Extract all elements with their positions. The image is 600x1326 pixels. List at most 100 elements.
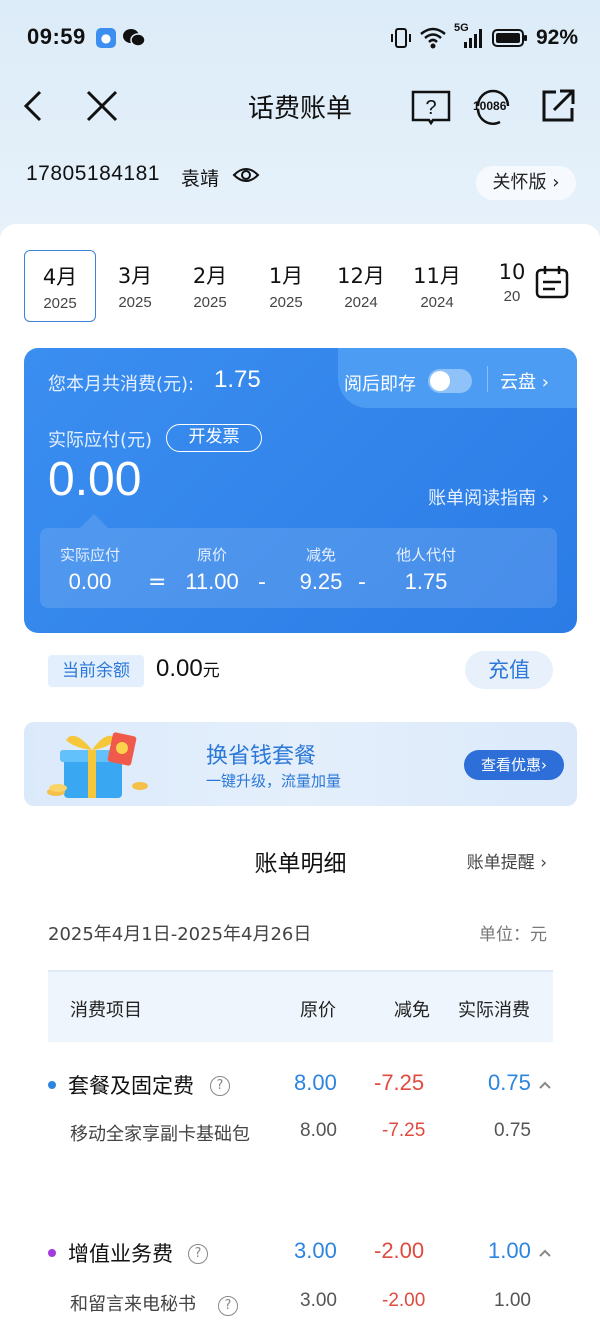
total-spend-value: 1.75 — [214, 366, 261, 393]
balance-row: 当前余额 0.00元 充值 — [24, 633, 577, 707]
formula-original: 原价 11.00 — [162, 528, 262, 595]
month-label: 11月 — [413, 264, 461, 288]
month-label: 2月 — [192, 264, 228, 288]
gift-box-illustration — [47, 732, 148, 798]
vibrate-icon — [390, 28, 411, 48]
month-label: 3月 — [117, 264, 153, 288]
month-tab-active[interactable]: 4月 2025 — [24, 250, 96, 322]
account-row: 17805184181 袁靖 关怀版 › — [26, 160, 576, 200]
payable-value: 0.00 — [48, 453, 142, 506]
status-right: 5G 92% — [390, 22, 578, 52]
calendar-icon[interactable] — [534, 264, 570, 300]
invoice-button[interactable]: 开发票 — [166, 424, 262, 452]
balance-label: 当前余额 — [48, 655, 144, 687]
status-bar: 09:59 ● 5G 92% — [0, 0, 600, 78]
month-tab[interactable]: 11月 2024 — [401, 250, 473, 322]
bill-formula: 实际应付 0.00 = 原价 11.00 - 减免 9.25 - 他人代付 1.… — [40, 528, 557, 608]
category-actual: 1.00 — [488, 1238, 531, 1263]
line-item-name: 和留言来电秘书 — [70, 1294, 196, 1315]
month-tab[interactable]: 3月 2025 — [99, 250, 171, 322]
help-book-icon[interactable]: ? — [410, 86, 452, 126]
year-label: 2025 — [193, 294, 227, 311]
header-discount: 减免 — [394, 1000, 430, 1021]
category-actual: 0.75 — [488, 1070, 531, 1095]
month-tab[interactable]: 12月 2024 — [325, 250, 397, 322]
payable-label: 实际应付(元) — [48, 430, 153, 451]
bill-guide-link[interactable]: 账单阅读指南 › — [428, 484, 549, 510]
month-tabs: 4月 2025 3月 2025 2月 2025 1月 2025 12月 2024… — [24, 250, 524, 322]
category-name: 套餐及固定费 — [68, 1074, 194, 1098]
line-item-row: 和留言来电秘书 ? 3.00 -2.00 1.00 — [48, 1290, 553, 1324]
bill-reminder-link[interactable]: 账单提醒 › — [467, 848, 547, 873]
line-item-original: 8.00 — [300, 1120, 337, 1141]
category-discount: -2.00 — [374, 1238, 425, 1263]
year-label: 20 — [503, 288, 521, 305]
formula-actual: 实际应付 0.00 — [54, 528, 126, 595]
bill-summary-card: 您本月共消费(元): 1.75 阅后即存 云盘 › 实际应付(元) 开发票 0.… — [24, 348, 577, 633]
promo-subtitle: 一键升级，流量加量 — [206, 772, 342, 790]
formula-label: 他人代付 — [395, 546, 456, 564]
category-dot — [48, 1081, 56, 1089]
service-number: 10086 — [473, 99, 507, 113]
formula-discount: 减免 9.25 — [276, 528, 366, 595]
formula-value: 11.00 — [185, 569, 239, 594]
balance-amount: 0.00 — [156, 655, 203, 682]
svg-text:?: ? — [425, 97, 436, 119]
month-label: 10 — [498, 260, 524, 284]
formula-label: 原价 — [196, 546, 227, 564]
formula-label: 实际应付 — [59, 546, 120, 564]
view-offer-button[interactable]: 查看优惠› — [464, 750, 564, 780]
message-app-icon: ● — [96, 28, 116, 48]
formula-paid-by-others: 他人代付 1.75 — [362, 528, 490, 595]
auto-save-toggle[interactable] — [428, 369, 472, 393]
help-icon[interactable]: ? — [188, 1244, 208, 1264]
total-spend-label: 您本月共消费(元): — [48, 374, 195, 395]
share-icon[interactable] — [538, 86, 578, 126]
month-label: 1月 — [268, 264, 304, 288]
help-icon[interactable]: ? — [218, 1296, 238, 1316]
minus-sign: - — [258, 570, 266, 595]
formula-notch — [80, 514, 108, 528]
category-original: 3.00 — [294, 1238, 337, 1263]
battery-icon — [491, 29, 527, 47]
year-label: 2024 — [420, 294, 454, 311]
promo-title: 换省钱套餐 — [206, 744, 317, 769]
help-icon[interactable]: ? — [210, 1076, 230, 1096]
header-actual: 实际消费 — [458, 1000, 530, 1021]
eye-icon[interactable] — [232, 164, 260, 186]
formula-value: 9.25 — [299, 569, 343, 594]
month-label: 12月 — [337, 264, 385, 288]
line-item-row: 移动全家享副卡基础包 8.00 -7.25 0.75 — [48, 1120, 553, 1184]
balance-value: 0.00元 — [156, 655, 220, 683]
month-tab[interactable]: 2月 2025 — [174, 250, 246, 322]
header-item: 消费项目 — [70, 1000, 142, 1021]
category-discount: -7.25 — [374, 1070, 425, 1095]
cellular-signal-icon: 5G — [454, 22, 484, 50]
line-item-original: 3.00 — [300, 1290, 337, 1311]
category-original: 8.00 — [294, 1070, 337, 1095]
category-row-package[interactable]: 套餐及固定费 ? 8.00 -7.25 0.75 — [48, 1068, 553, 1108]
wifi-icon — [420, 27, 446, 49]
chevron-up-icon[interactable] — [538, 1246, 552, 1260]
year-label: 2025 — [269, 294, 303, 311]
line-item-name: 移动全家享副卡基础包 — [70, 1124, 250, 1145]
phone-number: 17805184181 — [26, 162, 160, 185]
recharge-button[interactable]: 充值 — [465, 651, 553, 689]
billing-period: 2025年4月1日-2025年4月26日 — [48, 924, 312, 945]
month-tab[interactable]: 10 20 — [476, 250, 524, 322]
battery-percent: 92% — [535, 26, 578, 49]
care-mode-button[interactable]: 关怀版 › — [476, 166, 576, 200]
balance-unit: 元 — [202, 661, 220, 680]
customer-service-icon[interactable]: 10086 — [470, 84, 516, 128]
status-time: 09:59 — [27, 24, 86, 49]
cloud-drive-link[interactable]: 云盘 › — [500, 368, 549, 394]
month-label: 4月 — [42, 265, 78, 289]
chevron-up-icon[interactable] — [538, 1078, 552, 1092]
line-item-discount: -2.00 — [382, 1290, 426, 1311]
account-name: 袁靖 — [181, 168, 220, 190]
line-item-discount: -7.25 — [382, 1120, 426, 1141]
table-header: 消费项目 原价 减免 实际消费 — [48, 970, 553, 1042]
promo-banner[interactable]: 换省钱套餐 一键升级，流量加量 查看优惠› — [24, 722, 577, 806]
category-row-value-added[interactable]: 增值业务费 ? 3.00 -2.00 1.00 — [48, 1236, 553, 1276]
month-tab[interactable]: 1月 2025 — [250, 250, 322, 322]
